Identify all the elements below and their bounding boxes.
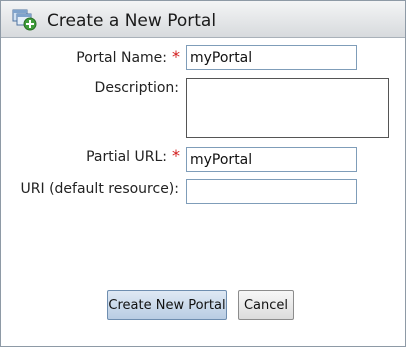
create-portal-dialog: Create a New Portal Portal Name: * Descr…	[0, 0, 406, 347]
create-new-portal-button[interactable]: Create New Portal	[107, 290, 227, 320]
dialog-title: Create a New Portal	[47, 11, 217, 31]
uri-input[interactable]	[186, 179, 357, 204]
uri-label: URI (default resource):	[20, 181, 179, 197]
partial-url-label: Partial URL:	[86, 149, 167, 165]
cancel-button[interactable]: Cancel	[238, 290, 294, 320]
portal-name-input[interactable]	[186, 45, 357, 70]
add-portal-icon	[12, 9, 38, 31]
portal-name-required-mark: *	[172, 47, 180, 66]
partial-url-input[interactable]	[186, 147, 357, 172]
description-label: Description:	[94, 80, 179, 96]
description-textarea[interactable]	[186, 78, 389, 138]
partial-url-required-mark: *	[172, 146, 180, 165]
portal-name-label: Portal Name:	[76, 50, 167, 66]
dialog-titlebar: Create a New Portal	[1, 1, 405, 38]
